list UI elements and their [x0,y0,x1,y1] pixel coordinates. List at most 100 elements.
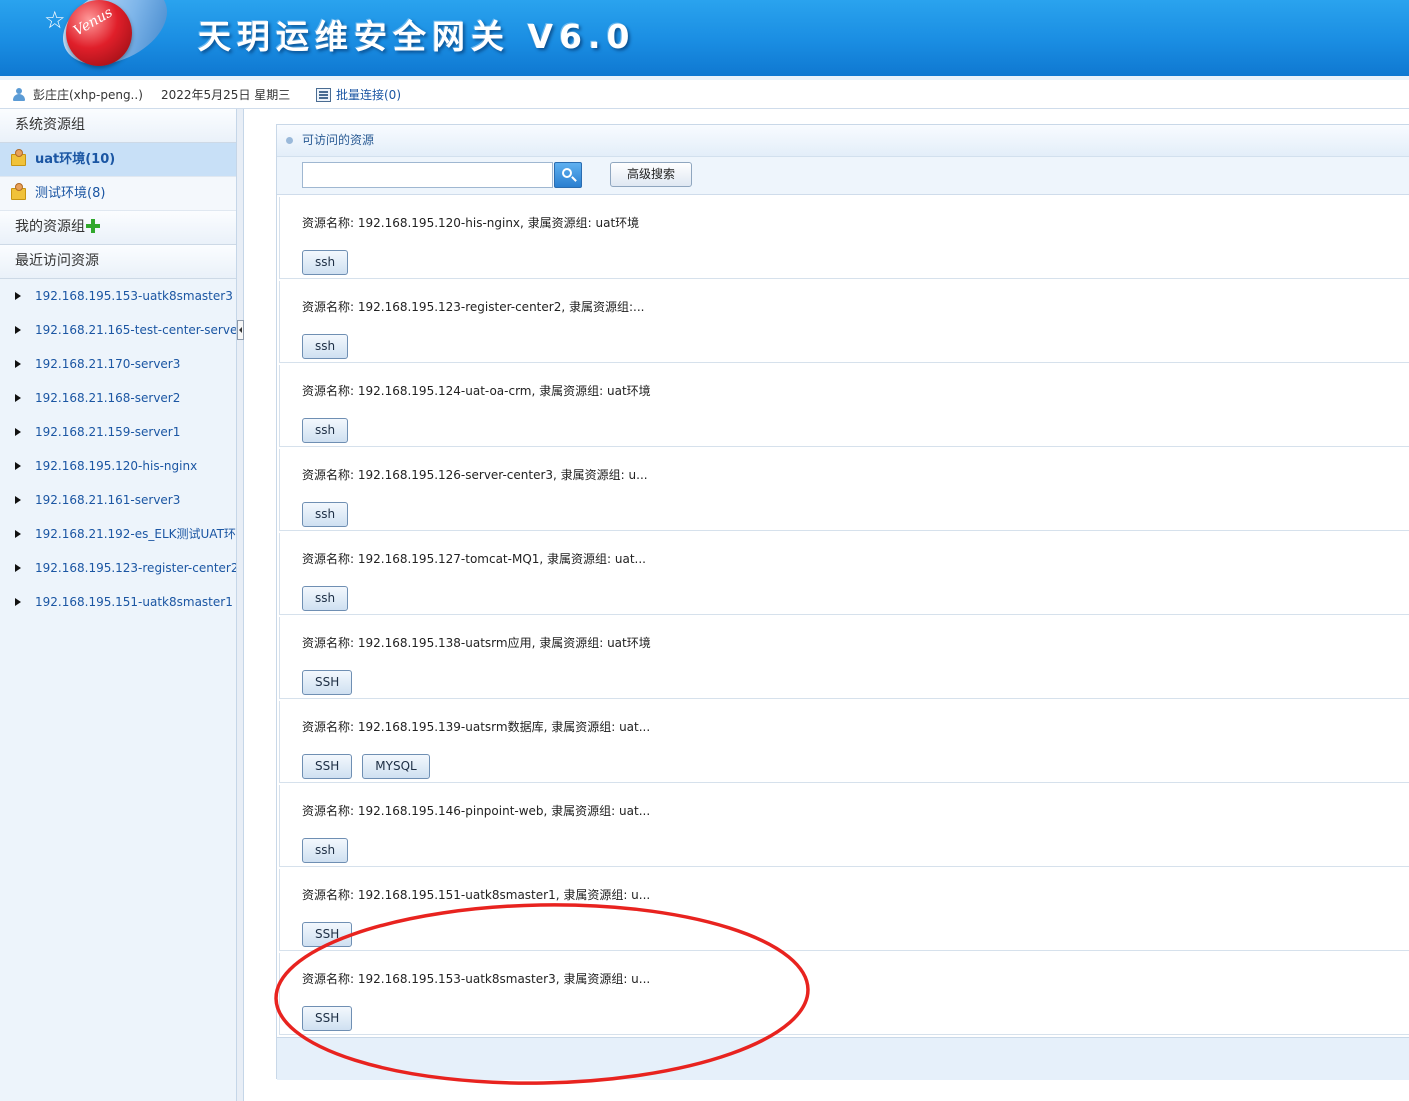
star-icon: ☆ [44,6,66,34]
recent-item-label: 192.168.21.165-test-center-server [35,323,236,337]
group-label: uat环境(10) [35,152,116,167]
triangle-right-icon [15,496,21,504]
protocol-ssh-button[interactable]: ssh [302,586,349,611]
protocol-ssh-button[interactable]: SSH [302,922,353,947]
panel-title: 可访问的资源 [302,133,375,147]
recent-item[interactable]: 192.168.21.165-test-center-server [0,313,236,347]
recent-item-label: 192.168.21.159-server1 [35,425,181,439]
protocol-ssh-button[interactable]: ssh [302,418,349,443]
resource-row: 资源名称: 192.168.195.126-server-center3, 隶属… [279,449,1409,531]
recent-header[interactable]: 最近访问资源 [0,245,236,279]
protocol-buttons: ssh [302,838,358,863]
triangle-right-icon [15,564,21,572]
protocol-buttons: ssh [302,250,358,275]
resource-row: 资源名称: 192.168.195.139-uatsrm数据库, 隶属资源组: … [279,701,1409,783]
recent-item-label: 192.168.195.120-his-nginx [35,459,198,473]
protocol-ssh-button[interactable]: SSH [302,670,353,695]
resource-description: 资源名称: 192.168.195.127-tomcat-MQ1, 隶属资源组:… [302,552,646,566]
my-groups-label: 我的资源组 [15,219,85,235]
recent-item[interactable]: 192.168.21.192-es_ELK测试UAT环境 [0,517,236,551]
group-list: uat环境(10) 测试环境(8) [0,143,236,211]
user-icon [13,88,25,101]
resource-row: 资源名称: 192.168.195.146-pinpoint-web, 隶属资源… [279,785,1409,867]
recent-item[interactable]: 192.168.195.123-register-center2 [0,551,236,585]
protocol-buttons: SSH [302,922,362,947]
sidebar-splitter[interactable] [237,109,244,1101]
protocol-buttons: ssh [302,502,358,527]
recent-item-label: 192.168.195.153-uatk8smaster3 [35,289,233,303]
protocol-mysql-button[interactable]: MYSQL [362,754,430,779]
group-item[interactable]: 测试环境(8) [0,177,236,211]
current-date: 2022年5月25日 星期三 [161,88,291,102]
recent-item[interactable]: 192.168.195.153-uatk8smaster3 [0,279,236,313]
bullet-icon [286,137,293,144]
resource-row: 资源名称: 192.168.195.138-uatsrm应用, 隶属资源组: u… [279,617,1409,699]
resource-row: 资源名称: 192.168.195.120-his-nginx, 隶属资源组: … [279,197,1409,279]
resource-description: 资源名称: 192.168.195.138-uatsrm应用, 隶属资源组: u… [302,636,651,650]
header-banner: ☆ Venus 天玥运维安全网关 V6.0 [0,0,1409,76]
resource-row: 资源名称: 192.168.195.127-tomcat-MQ1, 隶属资源组:… [279,533,1409,615]
triangle-right-icon [15,394,21,402]
search-button[interactable] [554,162,582,188]
protocol-buttons: ssh [302,334,358,359]
resource-description: 资源名称: 192.168.195.153-uatk8smaster3, 隶属资… [302,972,651,986]
group-folder-icon [11,183,26,200]
recent-item-label: 192.168.21.170-server3 [35,357,181,371]
top-info-bar: 彭庄庄(xhp-peng..) 2022年5月25日 星期三 批量连接(0) [0,76,1409,109]
protocol-buttons: ssh [302,586,358,611]
recent-item[interactable]: 192.168.195.151-uatk8smaster1 [0,585,236,619]
group-folder-icon [11,149,26,166]
triangle-right-icon [15,462,21,470]
recent-item[interactable]: 192.168.21.168-server2 [0,381,236,415]
triangle-right-icon [15,360,21,368]
protocol-buttons: ssh [302,418,358,443]
recent-item-label: 192.168.21.192-es_ELK测试UAT环境 [35,527,236,541]
batch-connect-link[interactable]: 批量连接(0) [336,86,401,103]
resource-description: 资源名称: 192.168.195.151-uatk8smaster1, 隶属资… [302,888,651,902]
recent-item[interactable]: 192.168.21.159-server1 [0,415,236,449]
group-item[interactable]: uat环境(10) [0,143,236,177]
protocol-buttons: SSH [302,1006,362,1031]
batch-connect-icon[interactable] [316,88,331,102]
resource-description: 资源名称: 192.168.195.139-uatsrm数据库, 隶属资源组: … [302,720,651,734]
recent-item[interactable]: 192.168.195.120-his-nginx [0,449,236,483]
system-groups-header[interactable]: 系统资源组 [0,109,236,143]
protocol-ssh-button[interactable]: ssh [302,334,349,359]
recent-item[interactable]: 192.168.21.161-server3 [0,483,236,517]
triangle-right-icon [15,292,21,300]
protocol-buttons: SSH MYSQL [302,754,440,779]
my-groups-header[interactable]: 我的资源组 [0,211,236,245]
recent-item-label: 192.168.195.123-register-center2 [35,561,236,575]
sidebar: 系统资源组 uat环境(10) 测试环境(8) 我的资源组 最近访问资源 192.… [0,109,237,1101]
resource-description: 资源名称: 192.168.195.124-uat-oa-crm, 隶属资源组:… [302,384,651,398]
protocol-ssh-button[interactable]: SSH [302,1006,353,1031]
protocol-ssh-button[interactable]: ssh [302,838,349,863]
resource-row: 资源名称: 192.168.195.151-uatk8smaster1, 隶属资… [279,869,1409,951]
resource-row: 资源名称: 192.168.195.123-register-center2, … [279,281,1409,363]
recent-list: 192.168.195.153-uatk8smaster3 192.168.21.… [0,279,236,619]
resource-row: 资源名称: 192.168.195.124-uat-oa-crm, 隶属资源组:… [279,365,1409,447]
recent-item[interactable]: 192.168.21.170-server3 [0,347,236,381]
panel-footer [277,1037,1409,1080]
current-user: 彭庄庄(xhp-peng..) [33,88,143,102]
resource-description: 资源名称: 192.168.195.146-pinpoint-web, 隶属资源… [302,804,651,818]
panel-header: 可访问的资源 [277,125,1409,157]
protocol-ssh-button[interactable]: ssh [302,250,349,275]
recent-item-label: 192.168.21.161-server3 [35,493,181,507]
triangle-right-icon [15,326,21,334]
resource-description: 资源名称: 192.168.195.120-his-nginx, 隶属资源组: … [302,216,640,230]
add-group-icon[interactable] [86,219,100,233]
collapse-sidebar-handle[interactable] [237,320,244,340]
protocol-ssh-button[interactable]: SSH [302,754,353,779]
protocol-ssh-button[interactable]: ssh [302,502,349,527]
recent-item-label: 192.168.21.168-server2 [35,391,181,405]
advanced-search-button[interactable]: 高级搜索 [610,162,692,187]
recent-item-label: 192.168.195.151-uatk8smaster1 [35,595,233,609]
app-title: 天玥运维安全网关 V6.0 [198,17,636,56]
resource-panel: 可访问的资源 高级搜索 资源名称: 192.168.195.120-his-ng… [276,124,1409,1080]
main-content: 可访问的资源 高级搜索 资源名称: 192.168.195.120-his-ng… [244,109,1409,1101]
protocol-buttons: SSH [302,670,362,695]
triangle-right-icon [15,530,21,538]
search-input[interactable] [302,162,553,188]
triangle-right-icon [15,428,21,436]
